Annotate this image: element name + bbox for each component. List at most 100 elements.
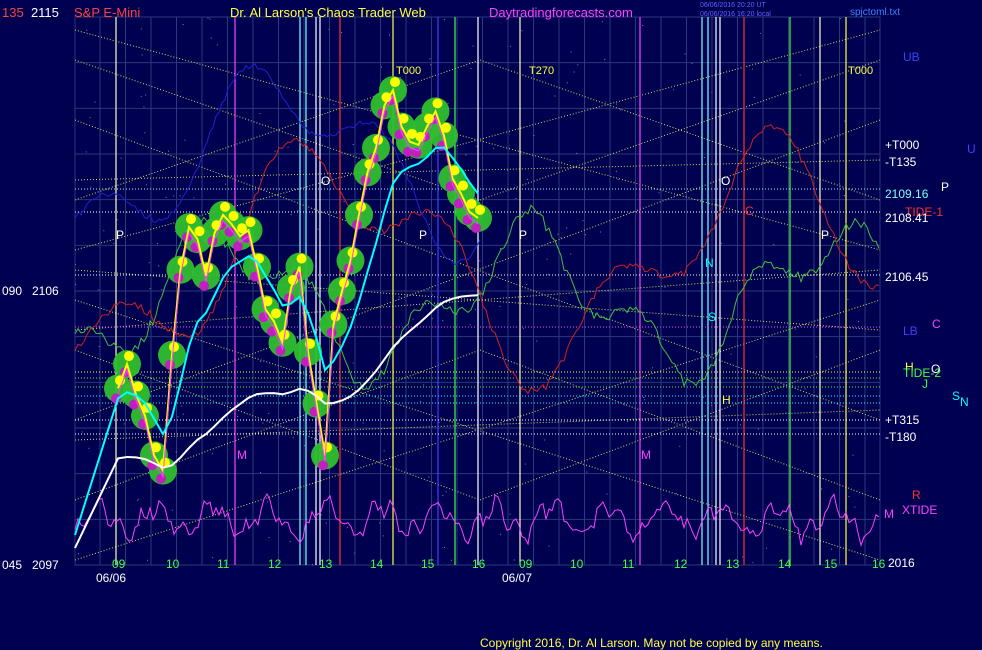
background-dot: [328, 28, 330, 30]
date-label-2: 06/07: [502, 571, 533, 585]
background-dot: [181, 405, 183, 407]
background-dot: [642, 25, 644, 27]
background-dot: [138, 498, 140, 500]
background-dot: [209, 18, 211, 20]
website-link[interactable]: Daytradingforecasts.com: [489, 6, 633, 20]
price-high-dot: [390, 77, 400, 88]
background-dot: [352, 362, 354, 364]
background-dot: [711, 91, 713, 93]
background-dot: [267, 501, 269, 503]
background-dot: [395, 172, 397, 174]
m-marker: M: [641, 448, 651, 462]
background-dot: [830, 548, 832, 550]
background-dot: [444, 546, 446, 548]
background-dot: [627, 421, 629, 423]
background-dot: [854, 506, 856, 508]
background-dot: [143, 106, 145, 108]
price-2016-label: 2016: [888, 556, 915, 570]
background-dot: [346, 526, 348, 528]
background-dot: [141, 54, 143, 56]
background-dot: [792, 385, 794, 387]
background-dot: [577, 64, 579, 66]
background-dot: [615, 103, 617, 105]
background-dot: [566, 82, 568, 84]
j-right-label: J: [922, 377, 928, 391]
background-dot: [343, 200, 345, 202]
background-dot: [479, 260, 481, 262]
background-dot: [644, 399, 646, 401]
background-dot: [90, 186, 92, 188]
background-dot: [679, 445, 681, 447]
price-high-dot: [475, 204, 485, 215]
background-dot: [570, 51, 572, 53]
background-dot: [224, 183, 226, 185]
background-dot: [752, 562, 754, 564]
background-dot: [544, 439, 546, 441]
background-dot: [158, 265, 160, 267]
background-dot: [472, 45, 474, 47]
background-dot: [157, 243, 159, 245]
background-dot: [606, 493, 608, 495]
author-title: Dr. Al Larson's Chaos Trader Web: [230, 5, 426, 20]
background-dot: [691, 62, 693, 64]
background-dot: [604, 58, 606, 60]
oscillator-lines: [74, 63, 880, 548]
background-dot: [675, 493, 677, 495]
price-high-dot: [245, 217, 256, 228]
background-dot: [317, 228, 319, 230]
background-dot: [120, 157, 122, 159]
m-marker: M: [237, 448, 247, 462]
background-dot: [773, 243, 775, 245]
background-dot: [847, 298, 849, 300]
mid-price-value: 2106: [32, 284, 59, 298]
background-dot: [600, 231, 602, 233]
x-hour-label: 10: [570, 557, 584, 571]
background-dot: [493, 147, 495, 149]
background-dot: [420, 401, 422, 403]
background-dot: [292, 437, 294, 439]
background-dot: [223, 377, 225, 379]
price-high-dot: [186, 214, 196, 225]
s-right-label: S: [952, 389, 961, 403]
n-right-label: N: [960, 395, 969, 409]
background-dot: [507, 169, 509, 171]
background-dot: [171, 509, 173, 511]
background-dot: [139, 524, 141, 526]
p-right-label: P: [941, 180, 950, 194]
background-dot: [481, 432, 483, 434]
m-right-label: M: [884, 507, 894, 521]
background-dot: [78, 553, 80, 555]
lb-label: LB: [903, 324, 918, 338]
background-dot: [431, 294, 433, 296]
background-dot: [167, 150, 169, 152]
background-dot: [80, 214, 82, 216]
background-dot: [711, 404, 713, 406]
background-dot: [442, 495, 444, 497]
p-marker: P: [419, 228, 428, 242]
background-dot: [98, 346, 100, 348]
background-dot: [182, 413, 184, 415]
background-dot: [333, 104, 335, 106]
background-dot: [576, 152, 578, 154]
background-dot: [757, 428, 759, 430]
background-dot: [88, 447, 90, 449]
background-dot: [103, 230, 105, 232]
background-dot: [524, 463, 526, 465]
background-dot: [81, 431, 83, 433]
price-2108-label: 2108.41: [885, 211, 929, 225]
background-dot: [428, 223, 430, 225]
background-dot: [702, 396, 704, 398]
background-dot: [354, 552, 356, 554]
background-dot: [507, 472, 509, 474]
background-dot: [325, 522, 327, 524]
background-dot: [412, 318, 414, 320]
h-marker: H: [722, 393, 731, 407]
background-dot: [382, 535, 384, 537]
background-dot: [547, 274, 549, 276]
background-dot: [352, 143, 354, 145]
background-dot: [297, 210, 299, 212]
background-dot: [444, 19, 446, 21]
background-dot: [849, 350, 851, 352]
background-dot: [547, 379, 549, 381]
price-2106-label: 2106.45: [885, 270, 929, 284]
